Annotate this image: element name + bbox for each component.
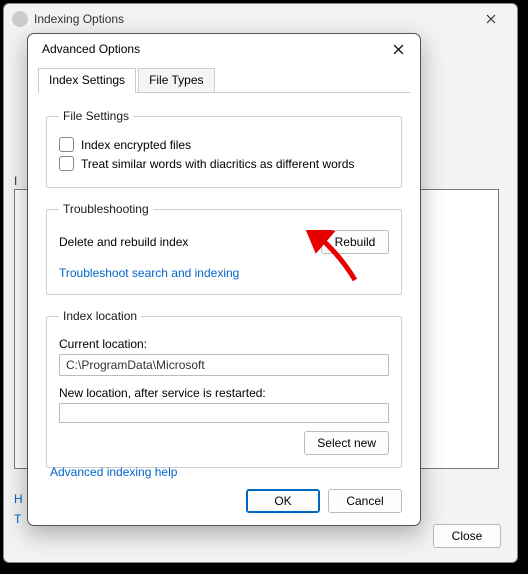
file-settings-legend: File Settings — [59, 109, 133, 123]
back-link-t[interactable]: T — [14, 512, 21, 526]
diacritics-label[interactable]: Treat similar words with diacritics as d… — [81, 157, 354, 171]
tab-panel: File Settings Index encrypted files Trea… — [28, 93, 420, 492]
diacritics-checkbox[interactable] — [59, 156, 74, 171]
cancel-button[interactable]: Cancel — [328, 489, 402, 513]
troubleshooting-legend: Troubleshooting — [59, 202, 153, 216]
back-link-h[interactable]: H — [14, 492, 23, 506]
current-location-field[interactable]: C:\ProgramData\Microsoft — [59, 354, 389, 376]
current-location-label: Current location: — [59, 337, 389, 351]
back-window-title: Indexing Options — [34, 12, 124, 26]
tab-file-types[interactable]: File Types — [138, 68, 214, 92]
indexing-icon — [12, 11, 28, 27]
dialog-titlebar: Advanced Options — [28, 34, 420, 64]
new-location-label: New location, after service is restarted… — [59, 386, 389, 400]
index-location-legend: Index location — [59, 309, 141, 323]
tab-strip: Index Settings File Types — [38, 68, 410, 93]
dialog-title: Advanced Options — [42, 42, 384, 56]
tab-index-settings[interactable]: Index Settings — [38, 68, 136, 93]
dialog-footer: OK Cancel — [246, 489, 402, 513]
ok-button[interactable]: OK — [246, 489, 320, 513]
index-encrypted-label[interactable]: Index encrypted files — [81, 138, 191, 152]
back-close-btn[interactable]: Close — [433, 524, 501, 548]
advanced-options-dialog: Advanced Options Index Settings File Typ… — [27, 33, 421, 526]
file-settings-group: File Settings Index encrypted files Trea… — [46, 109, 402, 188]
close-button[interactable] — [384, 35, 412, 63]
troubleshoot-link[interactable]: Troubleshoot search and indexing — [59, 266, 239, 280]
advanced-help-link[interactable]: Advanced indexing help — [50, 465, 177, 479]
troubleshooting-group: Troubleshooting Delete and rebuild index… — [46, 202, 402, 295]
back-list-label: I — [14, 174, 17, 188]
select-new-button[interactable]: Select new — [304, 431, 389, 455]
index-encrypted-checkbox[interactable] — [59, 137, 74, 152]
rebuild-text: Delete and rebuild index — [59, 235, 188, 249]
back-titlebar: Indexing Options — [4, 4, 517, 34]
rebuild-button[interactable]: Rebuild — [321, 230, 389, 254]
new-location-field[interactable] — [59, 403, 389, 423]
back-close-button[interactable] — [471, 8, 511, 30]
index-location-group: Index location Current location: C:\Prog… — [46, 309, 402, 468]
